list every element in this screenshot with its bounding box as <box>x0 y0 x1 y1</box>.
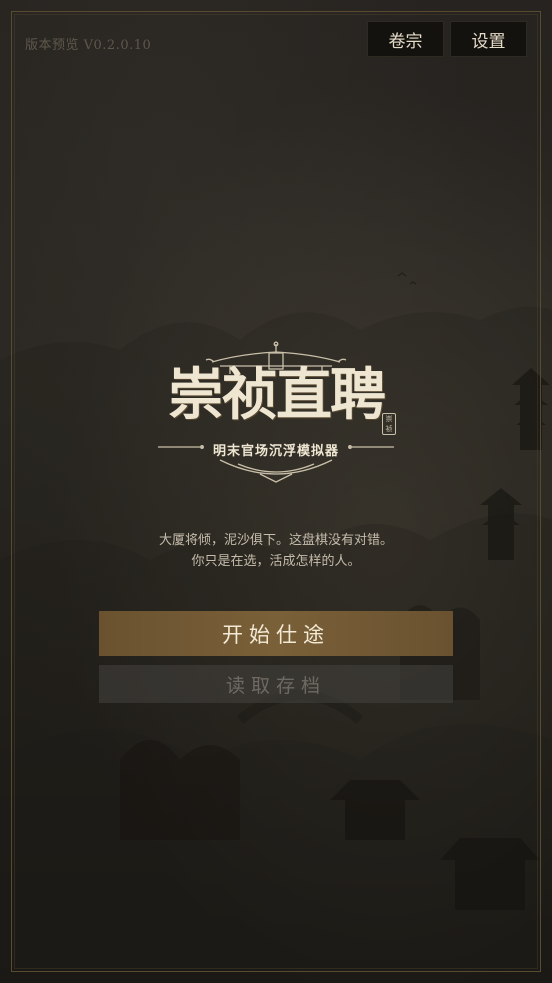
title-screen: 版本预览 V0.2.0.10 卷宗 设置 崇祯直聘 明末官场沉浮模拟器 崇祯 大… <box>0 0 552 983</box>
game-logo: 崇祯直聘 明末官场沉浮模拟器 崇祯 <box>150 340 402 490</box>
settings-button[interactable]: 设置 <box>450 21 527 57</box>
logo-subtitle: 明末官场沉浮模拟器 <box>212 444 339 459</box>
archive-button[interactable]: 卷宗 <box>367 21 444 57</box>
logo-seal-stamp: 崇祯 <box>382 413 396 435</box>
start-career-button[interactable]: 开始仕途 <box>99 611 453 656</box>
tagline-line-1: 大厦将倾，泥沙俱下。这盘棋没有对错。 <box>158 533 393 548</box>
logo-title: 崇祯直聘 <box>168 362 386 428</box>
ink-landscape-background <box>0 272 552 983</box>
tagline-line-2: 你只是在选，活成怎样的人。 <box>191 554 361 569</box>
version-label: 版本预览 V0.2.0.10 <box>25 38 152 53</box>
load-save-button[interactable]: 读取存档 <box>99 665 453 703</box>
